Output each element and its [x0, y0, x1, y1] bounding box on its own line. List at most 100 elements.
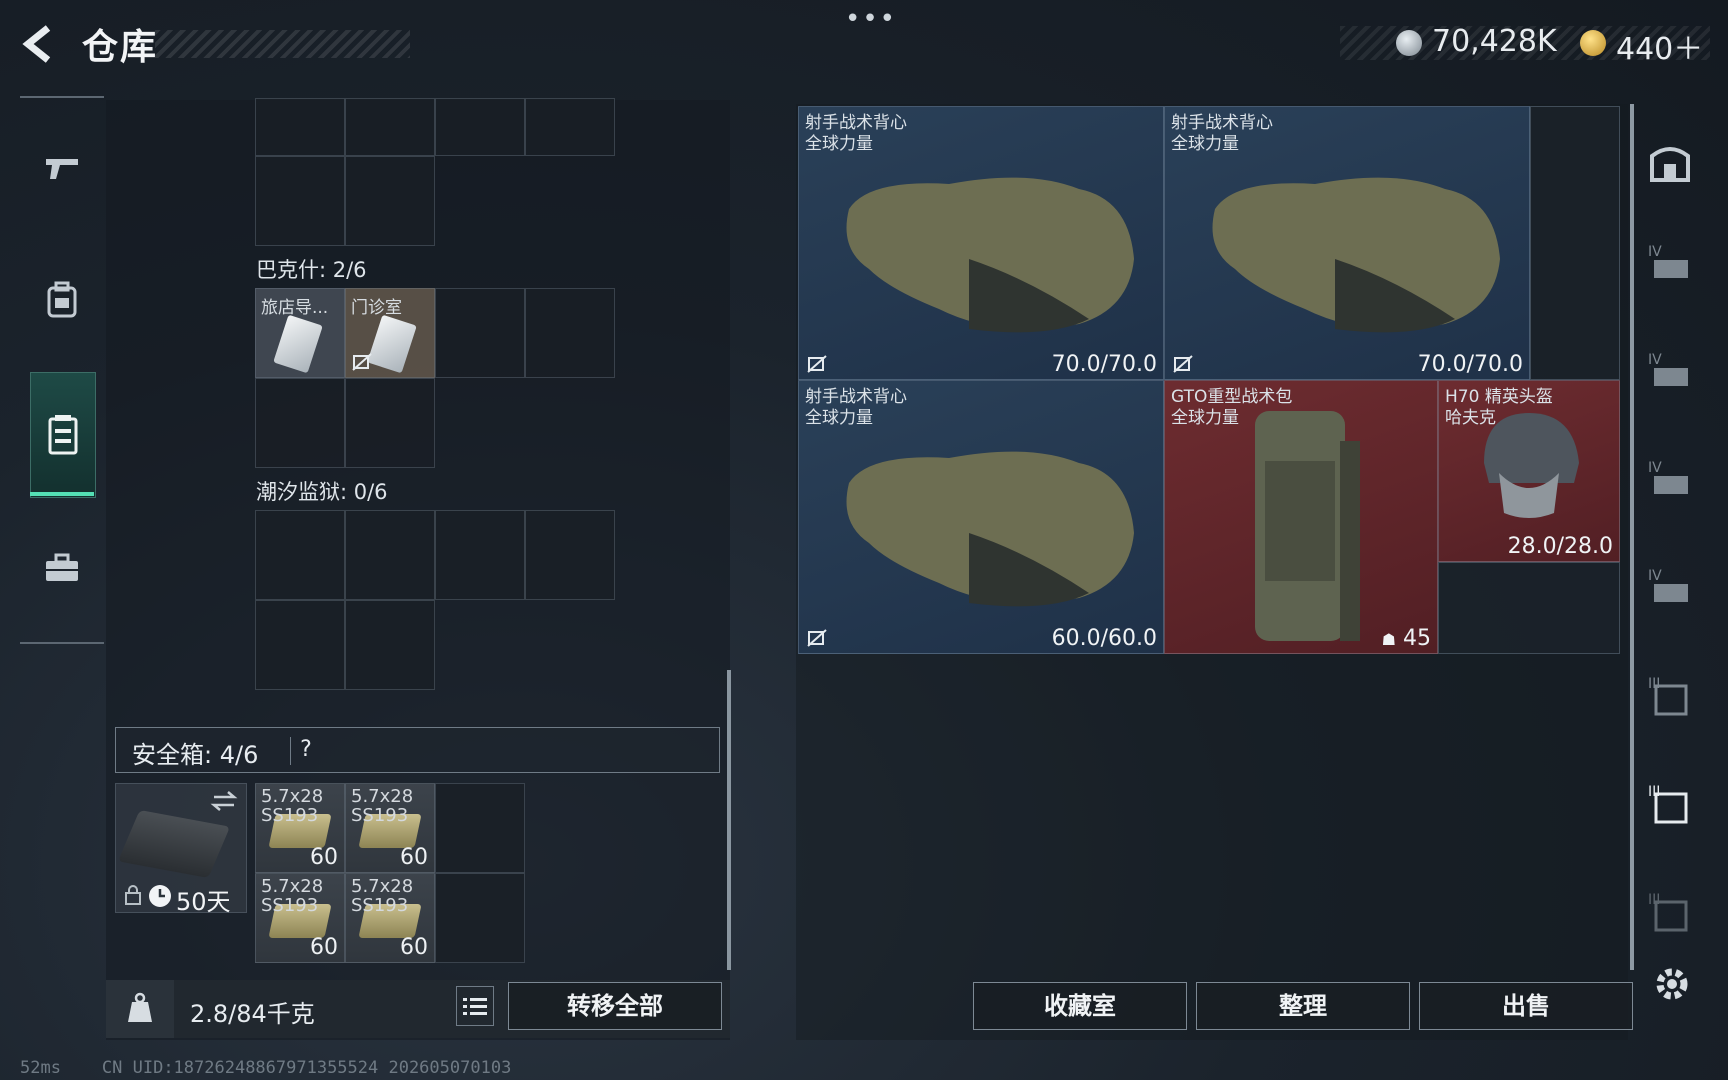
- vest-item[interactable]: 射手战术背心 全球力量 70.0/70.0: [798, 106, 1164, 380]
- item-name: 5.7x28 SS193: [261, 786, 324, 826]
- nav-backpack[interactable]: [30, 240, 94, 360]
- gear-icon[interactable]: [1650, 962, 1694, 1006]
- status-bar: 52ms CN UID:18726248867971355524 2026050…: [20, 1058, 511, 1078]
- no-insure-icon: [352, 353, 372, 371]
- weight-lock-button[interactable]: [106, 980, 174, 1038]
- sell-button[interactable]: 出售: [1419, 982, 1633, 1030]
- silver-amount[interactable]: 70,428K: [1432, 24, 1557, 59]
- item-durability: 70.0/70.0: [1417, 352, 1523, 377]
- no-insure-icon: [1173, 355, 1193, 373]
- item-capacity: ☗ 45: [1381, 626, 1431, 651]
- vest-image: [846, 177, 1134, 333]
- toolbox-icon: [46, 553, 78, 581]
- warehouse-icon: [48, 415, 78, 455]
- grid-cell[interactable]: [345, 98, 435, 156]
- ammo-item[interactable]: 5.7x28 SS193 60: [255, 783, 345, 873]
- nav-warehouse[interactable]: [30, 372, 96, 498]
- grid-cell[interactable]: [525, 288, 615, 378]
- nav-toolbox[interactable]: [30, 508, 94, 628]
- ammo-item[interactable]: 5.7x28 SS193 60: [255, 873, 345, 963]
- sort-button[interactable]: 整理: [1196, 982, 1410, 1030]
- weight-icon: [128, 992, 152, 1022]
- container-filter-icon[interactable]: III: [1646, 780, 1694, 828]
- helmet-item[interactable]: H70 精英头盔 哈夫克 28.0/28.0: [1438, 380, 1620, 562]
- grid-cell[interactable]: [435, 98, 525, 156]
- list-view-button[interactable]: [456, 986, 494, 1026]
- key-card-item[interactable]: 门诊室: [345, 288, 435, 378]
- nav-weapon[interactable]: [30, 108, 94, 228]
- uid: CN UID:18726248867971355524 202605070103: [101, 1058, 512, 1078]
- page-title: 仓库: [82, 27, 159, 68]
- item-name: 旅店导...: [261, 298, 329, 318]
- item-name: 5.7x28 SS193: [351, 876, 414, 916]
- grid-cell[interactable]: [255, 378, 345, 468]
- armor-filter-icon[interactable]: IV: [1646, 456, 1694, 504]
- vest-item[interactable]: 射手战术背心 全球力量 70.0/70.0: [1164, 106, 1530, 380]
- grid-cell[interactable]: [255, 98, 345, 156]
- item-name: GTO重型战术包 全球力量: [1171, 387, 1293, 428]
- armor-filter-icon[interactable]: IV: [1646, 348, 1694, 396]
- svg-text:IV: IV: [1648, 244, 1662, 260]
- safe-case-item[interactable]: 50天: [115, 783, 247, 916]
- scrollbar[interactable]: [727, 670, 731, 970]
- safe-box-label: 安全箱: 4/6: [132, 741, 259, 769]
- svg-text:III: III: [1648, 892, 1660, 908]
- grid-cell[interactable]: [435, 783, 525, 873]
- collection-room-button[interactable]: 收藏室: [973, 982, 1187, 1030]
- help-button[interactable]: ?: [290, 737, 321, 765]
- grid-cell[interactable]: [345, 378, 435, 468]
- gold-coin-icon: [1580, 30, 1606, 56]
- key-card-item[interactable]: 旅店导...: [255, 288, 345, 378]
- home-base-icon[interactable]: [1646, 138, 1694, 186]
- item-count: 60: [310, 935, 338, 960]
- grid-cell[interactable]: [435, 510, 525, 600]
- case-duration: 50天: [176, 888, 231, 916]
- section-label-bakesh: 巴克什: 2/6: [256, 258, 367, 282]
- item-name: 5.7x28 SS193: [351, 786, 414, 826]
- grid-cell[interactable]: [525, 510, 615, 600]
- container-filter-icon[interactable]: III: [1646, 888, 1694, 936]
- key-card-image: [367, 314, 417, 374]
- nav-active-indicator: [30, 492, 94, 496]
- item-name: 射手战术背心 全球力量: [805, 113, 907, 154]
- capacity-icon: ☗: [1381, 630, 1396, 649]
- svg-text:IV: IV: [1648, 568, 1662, 584]
- ammo-item[interactable]: 5.7x28 SS193 60: [345, 783, 435, 873]
- item-count: 60: [400, 845, 428, 870]
- no-insure-icon: [807, 355, 827, 373]
- grid-cell[interactable]: [345, 156, 435, 246]
- grid-cell[interactable]: [255, 510, 345, 600]
- svg-text:III: III: [1648, 784, 1660, 800]
- menu-dots-icon[interactable]: •••: [845, 4, 897, 34]
- armor-filter-icon[interactable]: IV: [1646, 564, 1694, 612]
- grid-cell[interactable]: [1530, 106, 1620, 380]
- transfer-all-button[interactable]: 转移全部: [508, 982, 722, 1030]
- vest-item[interactable]: 射手战术背心 全球力量 60.0/60.0: [798, 380, 1164, 654]
- grid-cell[interactable]: [345, 510, 435, 600]
- lock-icon: [125, 885, 141, 905]
- container-filter-icon[interactable]: III: [1646, 672, 1694, 720]
- item-count: 60: [400, 935, 428, 960]
- back-icon[interactable]: [18, 22, 62, 66]
- title-stripe-decoration: [155, 30, 410, 58]
- grid-cell[interactable]: [1438, 562, 1620, 654]
- grid-cell[interactable]: [525, 98, 615, 156]
- grid-cell[interactable]: [255, 600, 345, 690]
- grid-cell[interactable]: [435, 288, 525, 378]
- item-name: 射手战术背心 全球力量: [1171, 113, 1273, 154]
- backpack-item[interactable]: GTO重型战术包 全球力量 ☗ 45: [1164, 380, 1438, 654]
- item-name: 射手战术背心 全球力量: [805, 387, 907, 428]
- armor-filter-icon[interactable]: IV: [1646, 240, 1694, 288]
- grid-cell[interactable]: [435, 873, 525, 963]
- filter-scrollbar[interactable]: [1630, 104, 1634, 970]
- ammo-item[interactable]: 5.7x28 SS193 60: [345, 873, 435, 963]
- grid-cell[interactable]: [345, 600, 435, 690]
- svg-text:IV: IV: [1648, 352, 1662, 368]
- vest-image: [846, 451, 1134, 607]
- grid-cell[interactable]: [255, 156, 345, 246]
- gold-amount[interactable]: 440＋: [1616, 24, 1703, 68]
- list-icon: [463, 998, 487, 1015]
- section-label-tidal-prison: 潮汐监狱: 0/6: [256, 480, 388, 504]
- pistol-icon: [46, 159, 78, 179]
- item-durability: 60.0/60.0: [1051, 626, 1157, 651]
